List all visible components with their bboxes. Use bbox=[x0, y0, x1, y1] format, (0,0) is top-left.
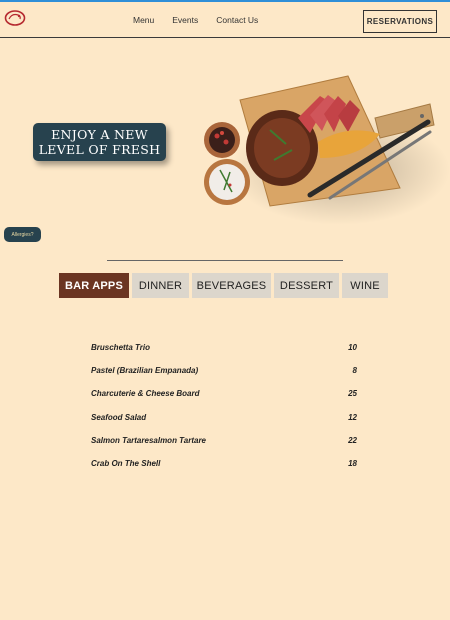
hero-tagline-line2: LEVEL OF FRESH bbox=[38, 142, 161, 157]
list-item: Crab On The Shell 18 bbox=[91, 459, 357, 482]
menu-item-name: Pastel (Brazilian Empanada) bbox=[91, 366, 199, 376]
hero-tagline-badge: ENJOY A NEW LEVEL OF FRESH bbox=[33, 123, 166, 161]
allergies-button[interactable]: Allergies? bbox=[4, 227, 41, 242]
list-item: Salmon Tartaresalmon Tartare 22 bbox=[91, 436, 357, 459]
list-item: Pastel (Brazilian Empanada) 8 bbox=[91, 366, 357, 389]
main-nav: Menu Events Contact Us bbox=[133, 15, 258, 25]
menu-item-name: Bruschetta Trio bbox=[91, 343, 150, 352]
nav-events[interactable]: Events bbox=[172, 15, 198, 25]
reservations-button[interactable]: RESERVATIONS bbox=[363, 10, 437, 33]
nav-menu[interactable]: Menu bbox=[133, 15, 154, 25]
menu-item-price: 25 bbox=[348, 389, 357, 399]
list-item: Charcuterie & Cheese Board 25 bbox=[91, 389, 357, 412]
menu-item-name: Crab On The Shell bbox=[91, 458, 161, 468]
tab-dessert[interactable]: DESSERT bbox=[274, 273, 339, 298]
tab-wine[interactable]: WINE bbox=[342, 273, 388, 298]
menu-item-price: 10 bbox=[348, 343, 357, 352]
tab-dinner[interactable]: DINNER bbox=[132, 273, 189, 298]
hero-tagline-line1: ENJOY A NEW bbox=[51, 127, 148, 142]
nav-contact-us[interactable]: Contact Us bbox=[216, 15, 258, 25]
tab-bar-apps[interactable]: BAR APPS bbox=[59, 273, 129, 298]
hero-steak-image bbox=[204, 75, 450, 225]
list-item: Bruschetta Trio 10 bbox=[91, 343, 357, 366]
logo-icon[interactable] bbox=[4, 9, 26, 27]
menu-item-list: Bruschetta Trio 10 Pastel (Brazilian Emp… bbox=[91, 343, 357, 482]
tab-beverages[interactable]: BEVERAGES bbox=[192, 273, 271, 298]
menu-item-price: 18 bbox=[348, 458, 357, 468]
menu-item-price: 22 bbox=[348, 435, 357, 445]
menu-item-name: Salmon Tartaresalmon Tartare bbox=[91, 435, 207, 445]
menu-item-name: Seafood Salad bbox=[91, 412, 147, 422]
menu-item-price: 8 bbox=[352, 366, 357, 376]
menu-item-name: Charcuterie & Cheese Board bbox=[91, 389, 200, 399]
section-divider bbox=[107, 260, 343, 261]
list-item: Seafood Salad 12 bbox=[91, 413, 357, 436]
menu-item-price: 12 bbox=[348, 412, 357, 422]
site-header: Menu Events Contact Us RESERVATIONS bbox=[0, 2, 450, 38]
